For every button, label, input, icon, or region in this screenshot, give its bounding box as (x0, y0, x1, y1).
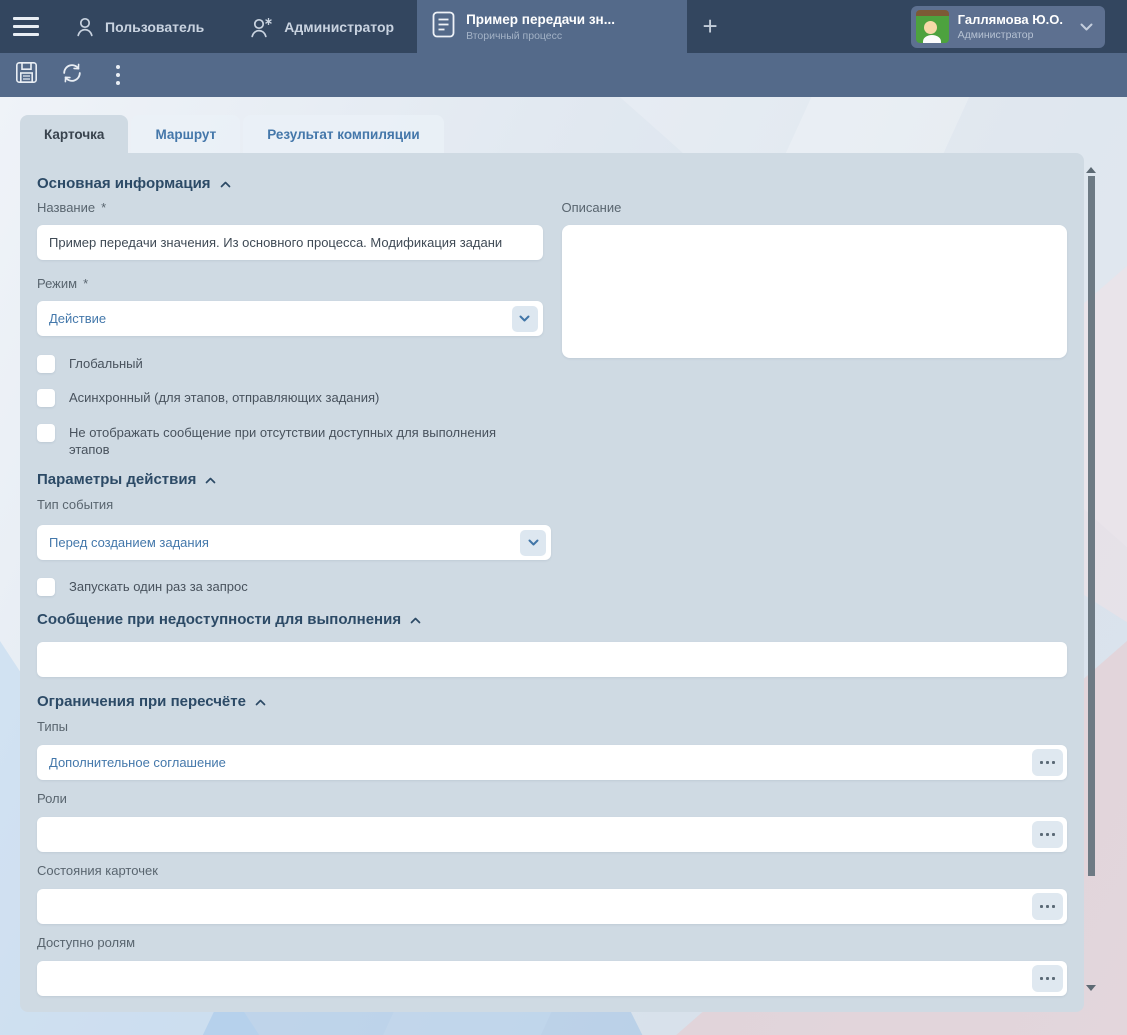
card-toolbar (0, 53, 1127, 97)
types-label: Типы (37, 719, 1067, 735)
name-input[interactable] (37, 225, 543, 260)
nav-tab-user[interactable]: Пользователь (52, 0, 227, 53)
types-field[interactable]: Дополнительное соглашение (37, 745, 1067, 780)
active-window-tab[interactable]: Пример передачи зн... Вторичный процесс (417, 0, 687, 53)
checkbox-run-once-box[interactable] (37, 578, 55, 596)
user-icon (75, 16, 95, 38)
admin-user-star-icon (250, 16, 274, 38)
section-unavailable-message[interactable]: Сообщение при недоступности для выполнен… (37, 611, 1067, 629)
roles-label: Роли (37, 791, 1067, 807)
tab-compile-result[interactable]: Результат компиляции (243, 115, 444, 153)
user-menu[interactable]: Галлямова Ю.О. Администратор (911, 6, 1105, 48)
chevron-up-icon (255, 693, 266, 711)
description-textarea[interactable] (562, 225, 1068, 358)
refresh-button[interactable] (52, 56, 92, 94)
types-ellipsis-button[interactable] (1032, 749, 1063, 776)
top-bar: Пользователь Администратор (0, 0, 1127, 53)
checkbox-async-label: Асинхронный (для этапов, отправляющих за… (69, 389, 379, 406)
avatar (916, 10, 949, 43)
name-label: Название* (37, 200, 543, 216)
scrollbar-down-arrow[interactable] (1086, 985, 1096, 991)
card-states-field[interactable] (37, 889, 1067, 924)
user-name: Галлямова Ю.О. (958, 12, 1063, 27)
checkbox-run-once-label: Запускать один раз за запрос (69, 578, 248, 595)
mode-select-chevron-button[interactable] (512, 306, 538, 332)
event-type-label: Тип события (37, 497, 1067, 513)
card-states-ellipsis-button[interactable] (1032, 893, 1063, 920)
new-tab-button[interactable]: + (687, 0, 733, 53)
section-unavailable-message-title: Сообщение при недоступности для выполнен… (37, 611, 401, 629)
section-action-params[interactable]: Параметры действия (37, 471, 1067, 489)
left-column: Название* Режим* Действие Глобальный (37, 200, 543, 458)
description-label: Описание (562, 200, 1068, 216)
checkbox-async-box[interactable] (37, 389, 55, 407)
available-roles-field[interactable] (37, 961, 1067, 996)
tab-card[interactable]: Карточка (20, 115, 128, 153)
nav-tab-user-label: Пользователь (105, 19, 204, 35)
section-recalc-limits-title: Ограничения при пересчёте (37, 693, 246, 711)
chevron-up-icon (205, 471, 216, 489)
document-icon (432, 11, 455, 43)
mode-label: Режим* (37, 276, 543, 292)
section-recalc-limits[interactable]: Ограничения при пересчёте (37, 693, 1067, 711)
section-main-info-title: Основная информация (37, 175, 211, 193)
more-actions-button[interactable] (98, 56, 138, 94)
card-states-label: Состояния карточек (37, 863, 1067, 879)
event-type-select-chevron-button[interactable] (520, 530, 546, 556)
card-form-panel: Основная информация Название* Режим* Дей… (20, 153, 1084, 1012)
checkbox-no-message-label: Не отображать сообщение при отсутствии д… (69, 424, 539, 458)
checkbox-no-message[interactable]: Не отображать сообщение при отсутствии д… (37, 424, 543, 458)
roles-field[interactable] (37, 817, 1067, 852)
checkbox-global-label: Глобальный (69, 355, 143, 372)
unavailable-message-input[interactable] (37, 642, 1067, 677)
user-role: Администратор (958, 29, 1063, 41)
available-roles-label: Доступно ролям (37, 935, 1067, 951)
hamburger-menu-icon[interactable] (0, 0, 52, 53)
nav-tab-admin-label: Администратор (284, 19, 394, 35)
roles-ellipsis-button[interactable] (1032, 821, 1063, 848)
window-tab-subtitle: Вторичный процесс (466, 30, 615, 42)
available-roles-ellipsis-button[interactable] (1032, 965, 1063, 992)
chevron-up-icon (410, 611, 421, 629)
kebab-menu-icon (116, 65, 120, 85)
section-main-info[interactable]: Основная информация (37, 175, 1067, 193)
document-tabs: Карточка Маршрут Результат компиляции (20, 115, 447, 153)
refresh-icon (60, 61, 84, 90)
mode-select[interactable]: Действие (37, 301, 543, 336)
checkbox-global-box[interactable] (37, 355, 55, 373)
checkbox-no-message-box[interactable] (37, 424, 55, 442)
checkbox-global[interactable]: Глобальный (37, 355, 543, 373)
scrollbar-up-arrow[interactable] (1086, 167, 1096, 173)
scrollbar-thumb[interactable] (1088, 176, 1095, 876)
tab-route[interactable]: Маршрут (131, 115, 240, 153)
window-tab-title: Пример передачи зн... (466, 12, 615, 27)
workspace: Карточка Маршрут Результат компиляции Ос… (0, 97, 1127, 1035)
chevron-up-icon (220, 175, 231, 193)
event-type-select[interactable]: Перед созданием задания (37, 525, 551, 560)
floppy-disk-icon (15, 61, 38, 89)
nav-tab-admin[interactable]: Администратор (227, 0, 417, 53)
chevron-down-icon (1080, 18, 1093, 36)
section-action-params-title: Параметры действия (37, 471, 196, 489)
right-column: Описание (562, 200, 1068, 458)
save-button[interactable] (6, 56, 46, 94)
checkbox-async[interactable]: Асинхронный (для этапов, отправляющих за… (37, 389, 543, 407)
checkbox-run-once[interactable]: Запускать один раз за запрос (37, 578, 1067, 596)
